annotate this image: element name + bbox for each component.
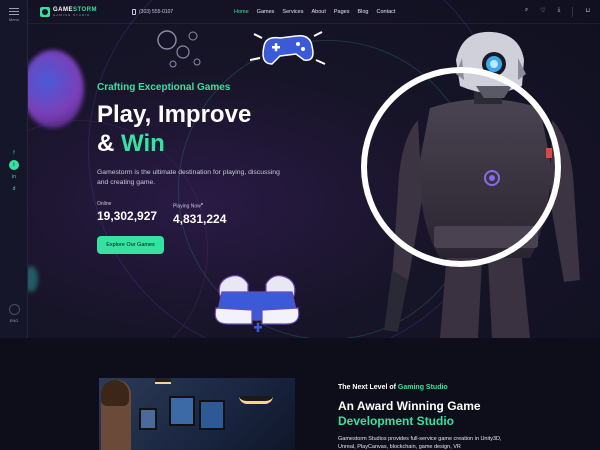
stat-value: 19,302,927	[97, 209, 158, 223]
nav-contact[interactable]: Contact	[377, 9, 396, 15]
site-header: GAMESTORM GAMING STUDIO (303) 555-0107 H…	[28, 0, 600, 24]
monitor	[199, 400, 225, 430]
twitter-icon[interactable]: t	[9, 160, 19, 170]
header-actions: ⌕ ♡ ⤓ ⊔	[525, 7, 590, 17]
brand-logo[interactable]: GAMESTORM GAMING STUDIO	[40, 7, 97, 17]
hero-title-amp: &	[97, 130, 115, 157]
main-nav: Home Games Services About Pages Blog Con…	[234, 9, 395, 15]
nav-games[interactable]: Games	[257, 9, 275, 15]
hero-title: Play, Improve & Win	[97, 100, 251, 158]
hero-title-accent: Win	[121, 130, 165, 157]
facebook-icon[interactable]: f	[9, 148, 19, 158]
controller-hands-icon	[214, 275, 300, 332]
studio-photo	[99, 378, 295, 450]
phone-link[interactable]: (303) 555-0107	[132, 9, 173, 15]
linkedin-icon[interactable]: in	[9, 172, 19, 182]
about-section: The Next Level of Gaming Studio An Award…	[0, 338, 600, 450]
stat-value: 4,831,224	[173, 211, 227, 226]
gradient-blob	[28, 50, 84, 128]
search-icon[interactable]: ⌕	[525, 7, 528, 17]
left-rail: Menu f t in d ENG	[0, 0, 28, 338]
stat-playing-now: Playing Now● 4,831,224	[173, 201, 226, 226]
nav-about[interactable]: About	[312, 9, 326, 15]
phone-icon	[132, 9, 136, 15]
nav-services[interactable]: Services	[282, 9, 303, 15]
lamp	[239, 396, 273, 404]
brand-tagline: GAMING STUDIO	[53, 13, 91, 17]
discord-icon[interactable]: d	[9, 184, 19, 194]
hero-ring	[361, 67, 561, 267]
logo-icon	[40, 7, 50, 17]
menu-toggle[interactable]: Menu	[7, 8, 21, 22]
cart-icon[interactable]: ⊔	[585, 7, 590, 17]
about-kicker: The Next Level of Gaming Studio	[338, 384, 448, 391]
monitor	[169, 396, 195, 426]
monitor	[139, 408, 157, 430]
stat-online: Online 19,302,927	[97, 201, 157, 223]
about-title: An Award Winning Game Development Studio	[338, 399, 481, 428]
globe-icon	[8, 304, 20, 315]
menu-label: Menu	[8, 17, 19, 22]
stat-label: Playing Now●	[173, 201, 204, 210]
lamp	[155, 378, 171, 384]
hamburger-icon	[9, 8, 19, 15]
heart-icon[interactable]: ♡	[540, 7, 545, 17]
about-description: Gamestorm Studios provides full-service …	[338, 436, 502, 450]
gamepad-icon	[250, 31, 326, 65]
nav-home[interactable]: Home	[234, 9, 249, 15]
divider	[572, 7, 574, 17]
language-switch[interactable]: ENG	[5, 304, 23, 323]
person-figure	[101, 380, 131, 450]
download-icon[interactable]: ⤓	[558, 7, 561, 17]
hero-kicker: Crafting Exceptional Games	[97, 82, 231, 93]
hero-description: Gamestorm is the ultimate destination fo…	[97, 169, 280, 186]
phone-number: (303) 555-0107	[139, 9, 174, 15]
stat-label: Online	[97, 201, 112, 207]
language-label: ENG	[9, 318, 19, 323]
nav-pages[interactable]: Pages	[334, 9, 350, 15]
nav-blog[interactable]: Blog	[357, 9, 368, 15]
bubbles-icon	[157, 30, 201, 68]
hero-title-line1: Play, Improve	[97, 101, 252, 128]
explore-games-button[interactable]: Explore Our Games	[97, 236, 164, 254]
